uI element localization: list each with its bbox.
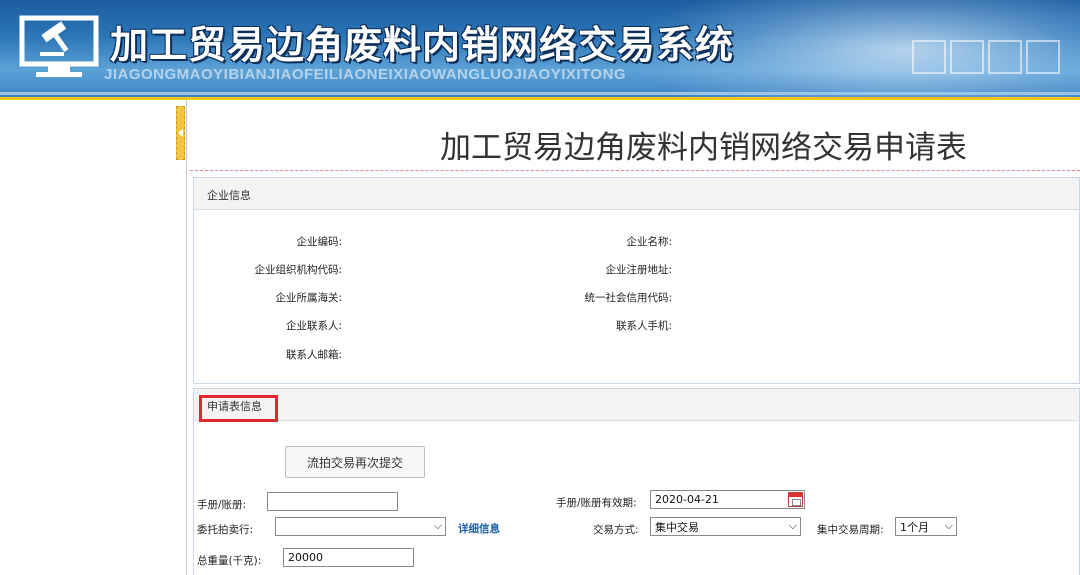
highlight-box — [199, 395, 278, 422]
chevron-down-icon: ⌵ — [788, 519, 797, 532]
enterprise-info-header: 企业信息 — [194, 178, 1079, 210]
contact-person-label: 企业联系人: — [285, 320, 342, 332]
trade-period-value: 1个月 — [900, 521, 929, 534]
registered-address-label: 企业注册地址: — [605, 264, 672, 276]
customs-label: 企业所属海关: — [275, 292, 342, 304]
decorative-grid — [912, 40, 1060, 74]
manual-input[interactable] — [267, 492, 398, 511]
app-header: 加工贸易边角废料内销网络交易系统 JIAGONGMAOYIBIANJIAOFEI… — [0, 0, 1080, 100]
enterprise-code-label: 企业编码: — [296, 236, 342, 248]
enterprise-info-heading: 企业信息 — [207, 189, 251, 202]
total-weight-label: 总重量(千克): — [197, 555, 262, 567]
enterprise-name-label: 企业名称: — [626, 236, 672, 248]
resubmit-failed-auction-button[interactable]: 流拍交易再次提交 — [285, 446, 425, 478]
calendar-icon[interactable] — [788, 492, 803, 507]
sidebar-collapse-handle[interactable] — [176, 106, 185, 160]
manual-label: 手册/账册: — [197, 499, 247, 511]
application-info-header: 申请表信息 — [194, 389, 1079, 422]
validity-label: 手册/账册有效期: — [556, 497, 637, 509]
trade-mode-value: 集中交易 — [655, 521, 699, 534]
auction-house-select[interactable]: ⌵ — [275, 517, 446, 536]
computer-gavel-icon — [19, 15, 99, 77]
credit-code-label: 统一社会信用代码: — [584, 292, 672, 304]
page-title: 加工贸易边角废料内销网络交易申请表 — [440, 130, 967, 166]
application-info-panel: 申请表信息 流拍交易再次提交 手册/账册: 手册/账册有效期: 委托拍卖行: ⌵… — [193, 388, 1080, 575]
trade-mode-select[interactable]: 集中交易 ⌵ — [650, 517, 801, 536]
validity-date-input[interactable] — [650, 490, 805, 509]
trade-period-label: 集中交易周期: — [817, 524, 884, 536]
header-accent-bar — [0, 97, 1080, 100]
contact-email-label: 联系人邮箱: — [285, 349, 342, 361]
chevron-down-icon: ⌵ — [433, 519, 442, 532]
total-weight-input[interactable] — [283, 548, 414, 567]
content-left-border — [186, 100, 187, 575]
detail-info-link[interactable]: 详细信息 — [458, 521, 500, 536]
enterprise-info-panel: 企业信息 企业编码: 企业名称: 企业组织机构代码: 企业注册地址: 企业所属海… — [193, 177, 1080, 384]
title-divider — [190, 170, 1080, 171]
org-code-label: 企业组织机构代码: — [254, 264, 342, 276]
trade-period-select[interactable]: 1个月 ⌵ — [895, 517, 957, 536]
system-title: 加工贸易边角废料内销网络交易系统 — [110, 22, 735, 67]
chevron-down-icon: ⌵ — [944, 519, 953, 532]
contact-mobile-label: 联系人手机: — [615, 320, 672, 332]
collapse-arrow-icon — [178, 129, 183, 137]
system-title-pinyin: JIAGONGMAOYIBIANJIAOFEILIAONEIXIAOWANGLU… — [104, 66, 627, 83]
trade-mode-label: 交易方式: — [593, 524, 639, 536]
auction-house-label: 委托拍卖行: — [197, 524, 254, 536]
